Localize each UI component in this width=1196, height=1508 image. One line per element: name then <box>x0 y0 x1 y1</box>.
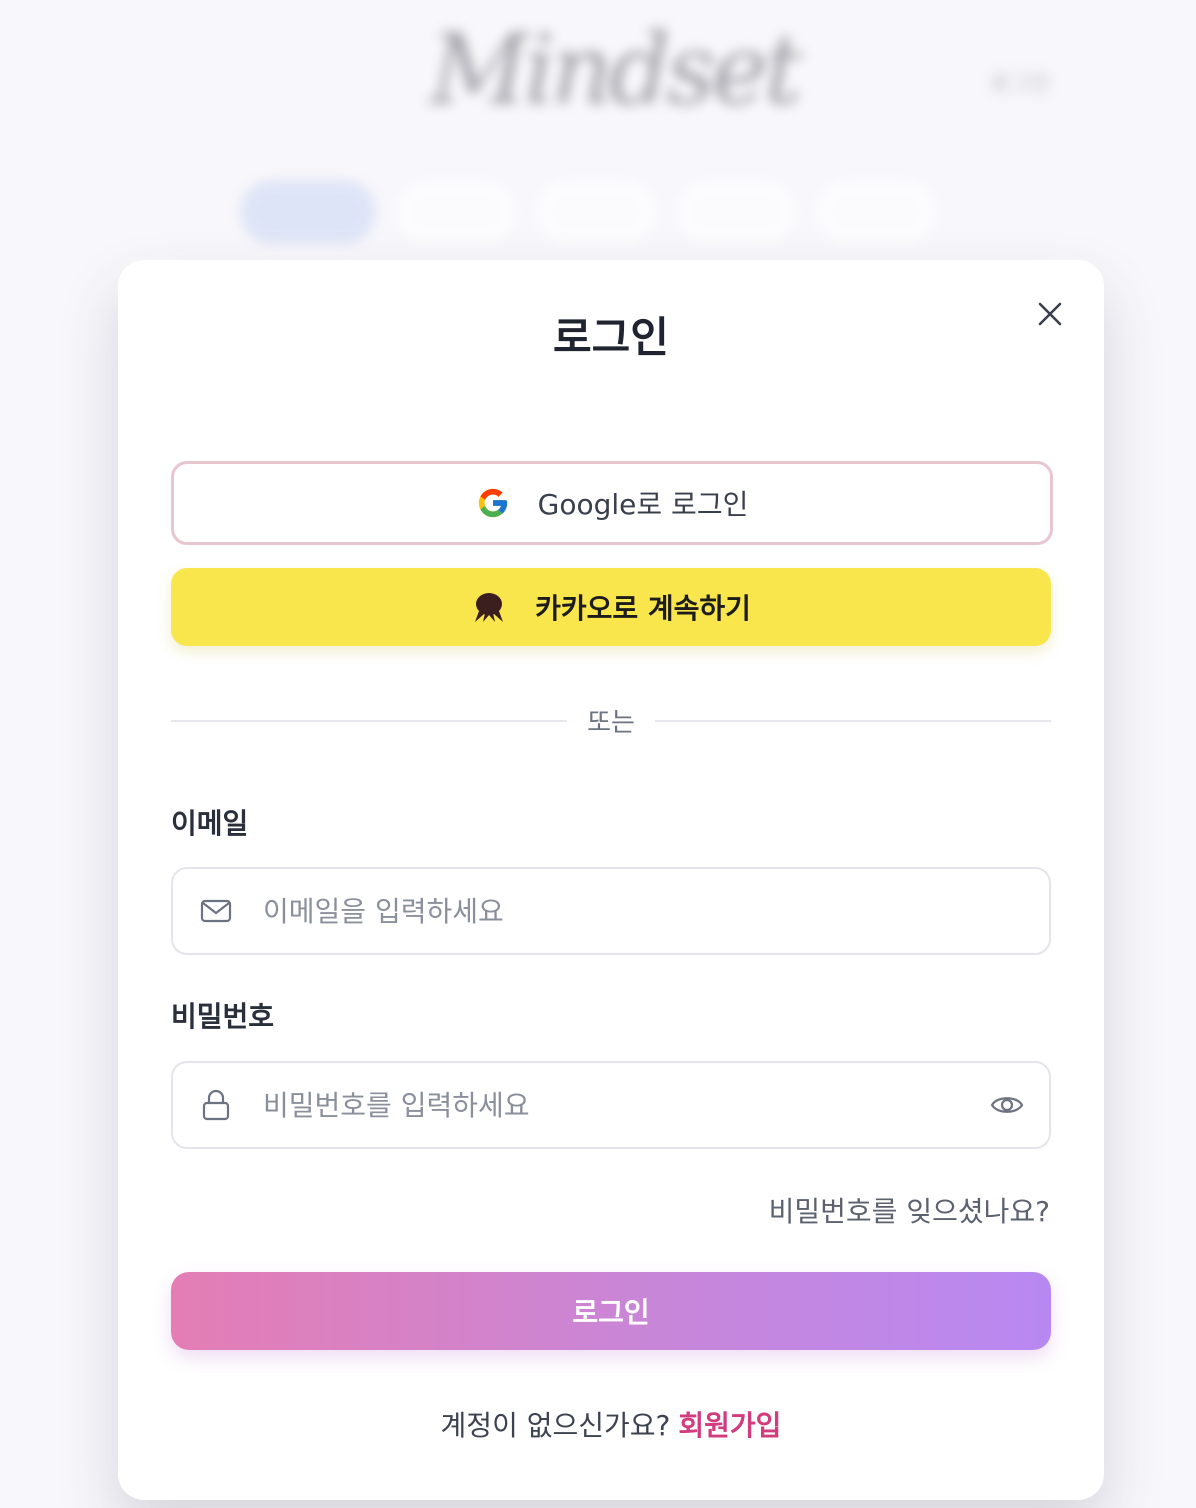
mail-icon <box>199 894 233 928</box>
kakao-login-button[interactable]: 카카오로 계속하기 <box>171 568 1051 646</box>
category-tab <box>240 180 376 244</box>
google-login-label: Google로 로그인 <box>537 488 749 521</box>
divider-line <box>655 720 1051 722</box>
close-icon <box>1038 302 1062 326</box>
password-label: 비밀번호 <box>171 1000 275 1033</box>
kakao-login-label: 카카오로 계속하기 <box>535 592 751 625</box>
header-login-link: 로그인 <box>990 72 1051 97</box>
google-login-button[interactable]: Google로 로그인 <box>171 461 1053 545</box>
login-modal: 로그인 Google로 로그인 카카오로 계속하기 또는 이메일 이메일을 입력… <box>118 260 1104 1500</box>
eye-icon <box>990 1097 1024 1113</box>
category-tab <box>396 180 516 244</box>
kakao-icon <box>475 593 504 622</box>
category-tab <box>816 180 936 244</box>
divider-text: 또는 <box>587 708 635 738</box>
email-field-box <box>171 867 1051 955</box>
modal-title: 로그인 <box>553 313 669 362</box>
or-divider: 또는 <box>171 698 1051 744</box>
password-field-box <box>171 1061 1051 1149</box>
signup-prompt: 계정이 없으신가요? <box>440 1409 671 1442</box>
login-submit-label: 로그인 <box>572 1296 650 1329</box>
toggle-password-visibility-button[interactable] <box>989 1087 1025 1123</box>
google-icon <box>478 488 507 518</box>
signup-link[interactable]: 회원가입 <box>678 1409 781 1442</box>
login-submit-button[interactable]: 로그인 <box>171 1272 1051 1350</box>
category-tabs <box>240 180 936 244</box>
email-input[interactable] <box>261 883 965 939</box>
divider-line <box>171 720 567 722</box>
password-input[interactable] <box>261 1077 965 1133</box>
forgot-password-link[interactable]: 비밀번호를 잊으셨나요? <box>769 1190 1050 1230</box>
lock-icon <box>199 1088 233 1122</box>
category-tab <box>536 180 656 244</box>
close-button[interactable] <box>1032 296 1068 332</box>
category-tab <box>676 180 796 244</box>
site-logo: Mindset <box>430 14 803 126</box>
signup-row: 계정이 없으신가요? 회원가입 <box>118 1404 1104 1444</box>
email-label: 이메일 <box>171 807 249 840</box>
